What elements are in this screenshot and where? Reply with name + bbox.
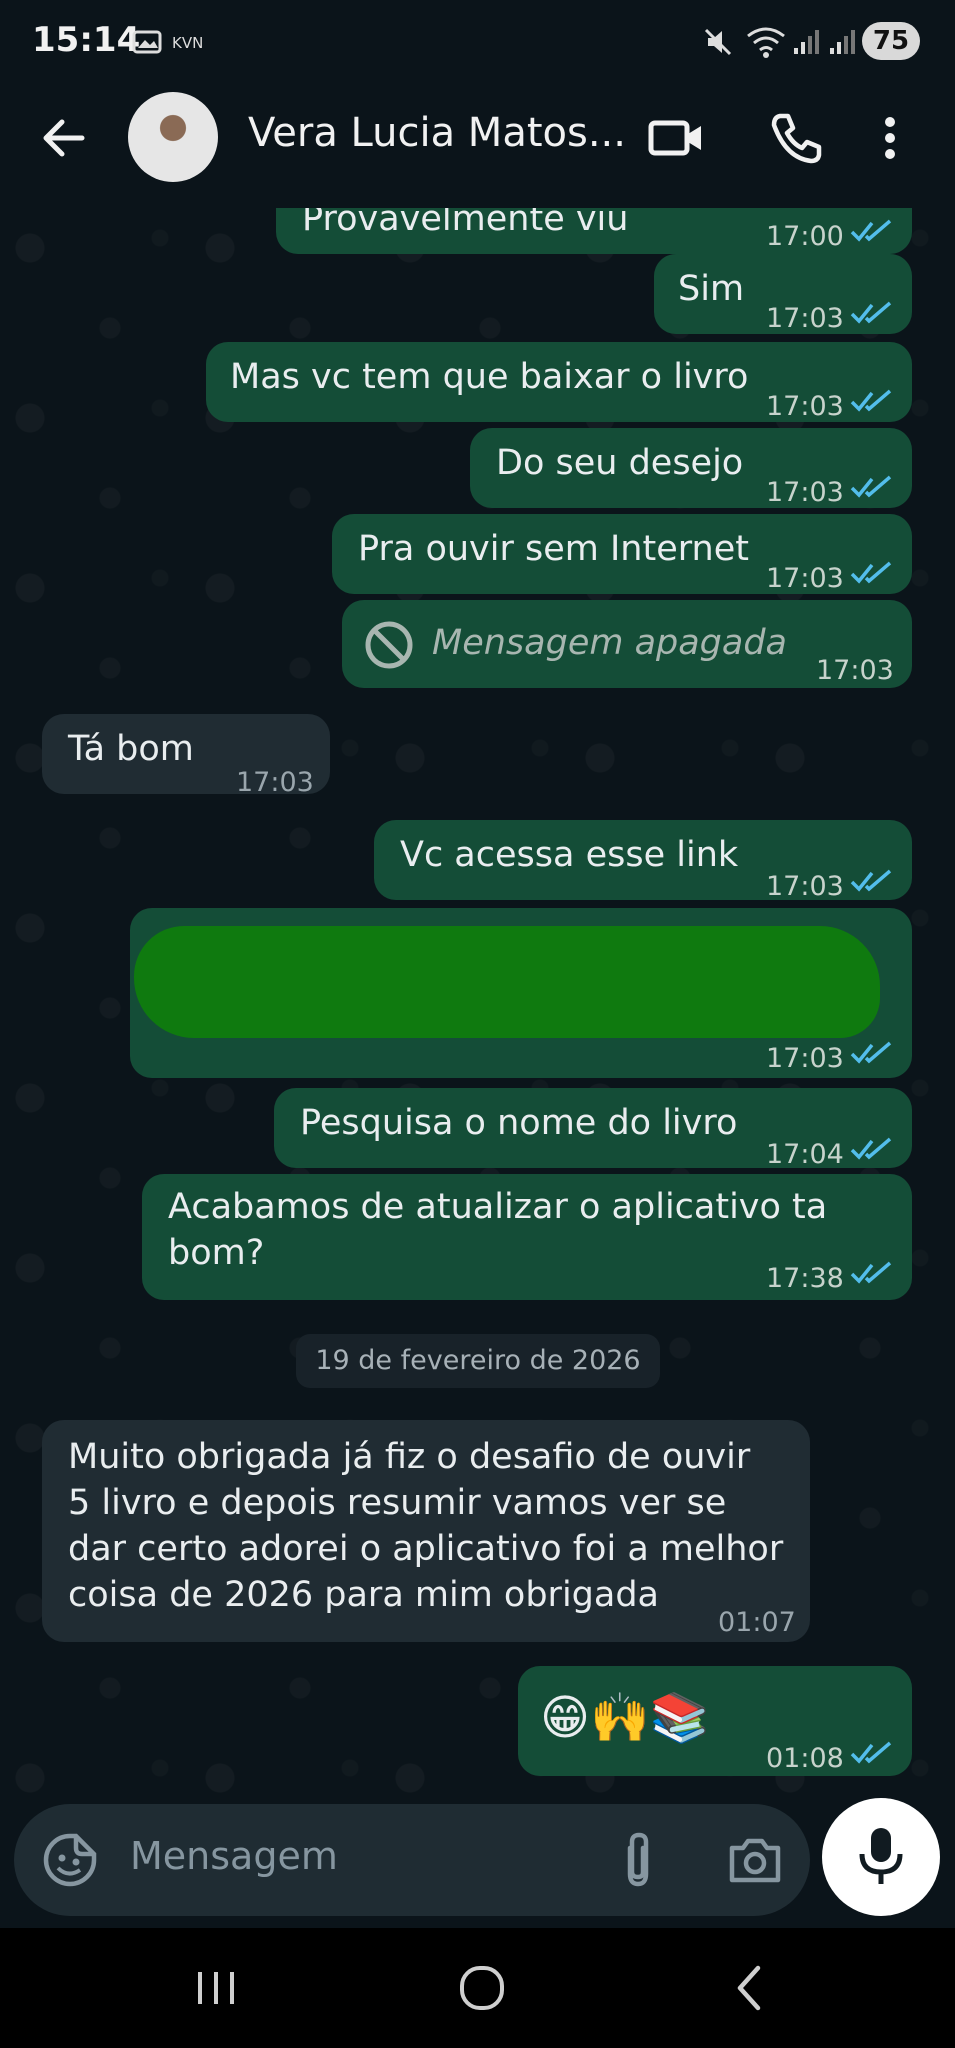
status-time: 15:14 — [32, 20, 141, 60]
message-text-line: Acabamos de atualizar o aplicativo ta — [168, 1187, 828, 1227]
message-text: Do seu desejo — [496, 443, 744, 483]
message-text: Tá bom — [68, 729, 194, 769]
voice-record-button[interactable] — [822, 1798, 940, 1916]
read-receipt-icon — [850, 1741, 892, 1764]
message-time: 17:03 — [766, 477, 844, 508]
contact-name[interactable]: Vera Lucia Matos... — [248, 110, 626, 156]
message-bubble-incoming[interactable]: Tá bom 17:03 — [42, 714, 330, 798]
back-arrow-icon[interactable] — [36, 110, 92, 166]
redacted-link-scribble — [134, 926, 880, 1038]
message-text: Pesquisa o nome do livro — [300, 1103, 738, 1143]
message-time: 17:03 — [816, 655, 894, 686]
camera-icon[interactable] — [726, 1832, 784, 1888]
message-bubble-outgoing[interactable]: Do seu desejo 17:03 — [470, 428, 912, 508]
message-time: 01:08 — [766, 1743, 844, 1774]
sticker-emoji-icon[interactable] — [42, 1832, 98, 1888]
contact-avatar[interactable] — [128, 92, 218, 182]
message-time: 17:03 — [766, 563, 844, 594]
message-bubble-outgoing[interactable]: Vc acessa esse link 17:03 — [374, 820, 912, 902]
read-receipt-icon — [850, 869, 892, 892]
mute-icon — [704, 28, 732, 56]
attach-icon[interactable] — [610, 1830, 666, 1890]
message-bubble-outgoing[interactable]: Pra ouvir sem Internet 17:03 — [332, 514, 912, 594]
message-bubble-outgoing[interactable]: Acabamos de atualizar o aplicativo ta bo… — [142, 1174, 912, 1300]
message-bubble-outgoing[interactable]: 😁🙌📚 01:08 — [518, 1666, 912, 1776]
message-time: 17:04 — [766, 1139, 844, 1170]
message-text: Vc acessa esse link — [400, 835, 739, 875]
home-icon[interactable] — [452, 1958, 512, 2018]
message-time: 17:03 — [766, 303, 844, 334]
message-bubble-outgoing[interactable]: Pesquisa o nome do livro 17:04 — [274, 1088, 912, 1170]
message-time: 17:03 — [766, 1043, 844, 1074]
read-receipt-icon — [850, 301, 892, 324]
message-text-line: coisa de 2026 para mim obrigada — [68, 1575, 660, 1615]
signal-icon-1 — [794, 30, 819, 54]
message-text-line: dar certo adorei o aplicativo foi a melh… — [68, 1529, 784, 1569]
message-input-bar: Mensagem — [14, 1804, 810, 1916]
chat-area[interactable]: Provavelmente viu 17:00 Sim 17:03 Mas vc… — [0, 208, 955, 1800]
microphone-icon — [859, 1828, 903, 1884]
message-time: 01:07 — [718, 1607, 796, 1638]
date-divider: 19 de fevereiro de 2026 — [296, 1334, 660, 1388]
message-bubble-outgoing[interactable]: Mas vc tem que baixar o livro 17:03 — [206, 342, 912, 422]
read-receipt-icon — [850, 389, 892, 412]
message-text-line: Muito obrigada já fiz o desafio de ouvir — [68, 1437, 751, 1477]
message-time: 17:03 — [766, 391, 844, 422]
emoji-message: 😁🙌📚 — [540, 1690, 710, 1746]
message-text: Pra ouvir sem Internet — [358, 529, 749, 569]
message-text: Mensagem apagada — [432, 623, 788, 663]
voice-call-icon[interactable] — [766, 108, 826, 168]
message-bubble-incoming[interactable]: Muito obrigada já fiz o desafio de ouvir… — [42, 1420, 810, 1642]
read-receipt-icon — [850, 1041, 892, 1064]
battery-indicator: 75 — [862, 22, 920, 60]
system-navigation-bar — [0, 1928, 955, 2048]
message-time: 17:03 — [236, 767, 314, 798]
message-time: 17:38 — [766, 1263, 844, 1294]
message-text-line: 5 livro e depois resumir vamos ver se — [68, 1483, 727, 1523]
back-nav-icon[interactable] — [720, 1958, 780, 2018]
message-input[interactable]: Mensagem — [130, 1834, 338, 1878]
link-message-bubble[interactable]: 17:03 — [130, 908, 912, 1078]
status-bar: 15:14 KVN 75 — [0, 0, 955, 80]
video-call-icon[interactable] — [646, 108, 706, 168]
message-bubble-outgoing[interactable]: Provavelmente viu 17:00 — [276, 208, 912, 254]
image-notification-icon — [132, 30, 162, 54]
message-time: 17:03 — [766, 871, 844, 902]
read-receipt-icon — [850, 561, 892, 584]
operator-label: KVN — [172, 34, 204, 52]
wifi-icon — [747, 27, 785, 58]
deleted-message-bubble[interactable]: Mensagem apagada 17:03 — [342, 600, 912, 688]
read-receipt-icon — [850, 1261, 892, 1284]
more-options-icon[interactable] — [872, 108, 908, 168]
chat-header: Vera Lucia Matos... — [0, 80, 955, 208]
signal-icon-2 — [830, 30, 855, 54]
message-text-line: bom? — [168, 1233, 265, 1273]
message-bubble-outgoing[interactable]: Sim 17:03 — [654, 254, 912, 334]
recent-apps-icon[interactable] — [186, 1958, 246, 2018]
read-receipt-icon — [850, 219, 892, 242]
deleted-message-icon — [365, 621, 413, 669]
message-text: Provavelmente viu — [302, 208, 629, 239]
message-text: Mas vc tem que baixar o livro — [230, 357, 749, 397]
read-receipt-icon — [850, 475, 892, 498]
message-text: Sim — [678, 269, 745, 309]
read-receipt-icon — [850, 1137, 892, 1160]
